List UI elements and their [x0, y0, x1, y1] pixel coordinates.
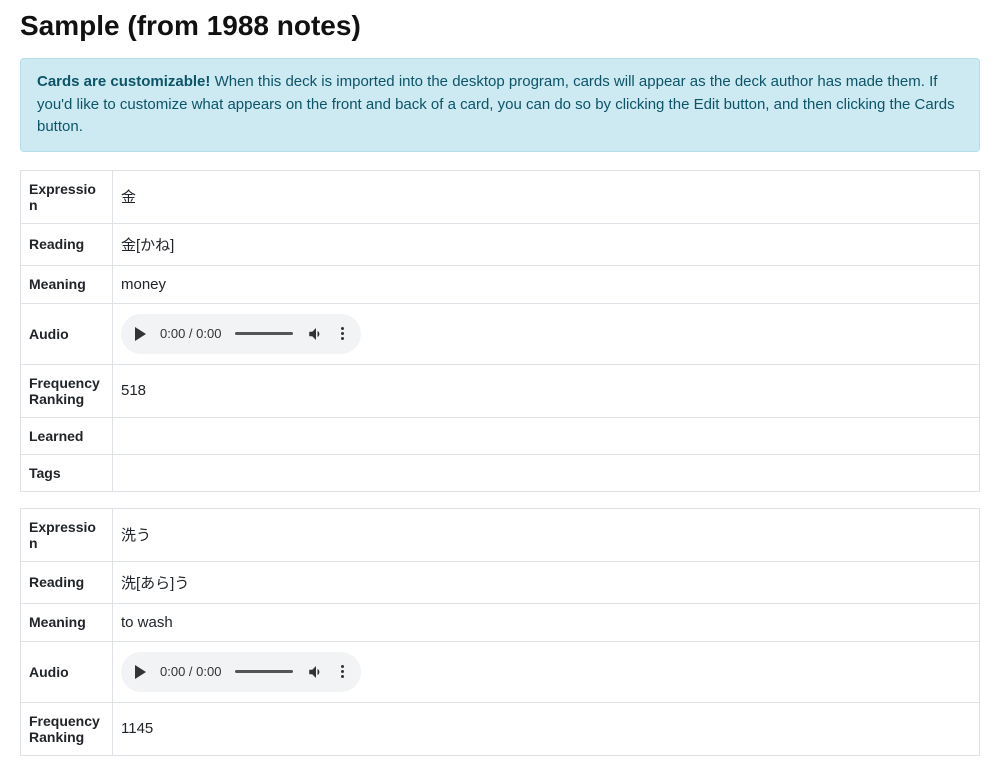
value-meaning: to wash — [113, 603, 980, 641]
value-reading: 洗[あら]う — [113, 561, 980, 603]
value-expression: 洗う — [113, 508, 980, 561]
value-reading: 金[かね] — [113, 223, 980, 265]
value-meaning: money — [113, 265, 980, 303]
play-icon[interactable] — [135, 327, 146, 341]
audio-player[interactable]: 0:00 / 0:00 — [121, 652, 361, 692]
note-table: Expression 洗う Reading 洗[あら]う Meaning to … — [20, 508, 980, 756]
audio-progress[interactable] — [235, 670, 293, 673]
info-alert: Cards are customizable! When this deck i… — [20, 58, 980, 152]
label-frequency: Frequency Ranking — [21, 364, 113, 417]
value-tags — [113, 454, 980, 491]
kebab-menu-icon[interactable] — [339, 665, 346, 678]
label-learned: Learned — [21, 417, 113, 454]
label-frequency: Frequency Ranking — [21, 702, 113, 755]
play-icon[interactable] — [135, 665, 146, 679]
label-tags: Tags — [21, 454, 113, 491]
kebab-menu-icon[interactable] — [339, 327, 346, 340]
audio-progress[interactable] — [235, 332, 293, 335]
volume-icon[interactable] — [307, 325, 325, 343]
label-expression: Expression — [21, 170, 113, 223]
audio-player[interactable]: 0:00 / 0:00 — [121, 314, 361, 354]
audio-time: 0:00 / 0:00 — [160, 326, 221, 341]
value-frequency: 518 — [113, 364, 980, 417]
label-reading: Reading — [21, 561, 113, 603]
value-expression: 金 — [113, 170, 980, 223]
value-frequency: 1145 — [113, 702, 980, 755]
label-meaning: Meaning — [21, 265, 113, 303]
volume-icon[interactable] — [307, 663, 325, 681]
note-table: Expression 金 Reading 金[かね] Meaning money… — [20, 170, 980, 492]
label-audio: Audio — [21, 641, 113, 702]
label-audio: Audio — [21, 303, 113, 364]
audio-time: 0:00 / 0:00 — [160, 664, 221, 679]
alert-bold: Cards are customizable! — [37, 73, 210, 90]
label-expression: Expression — [21, 508, 113, 561]
value-learned — [113, 417, 980, 454]
page-title: Sample (from 1988 notes) — [20, 10, 980, 42]
label-reading: Reading — [21, 223, 113, 265]
label-meaning: Meaning — [21, 603, 113, 641]
